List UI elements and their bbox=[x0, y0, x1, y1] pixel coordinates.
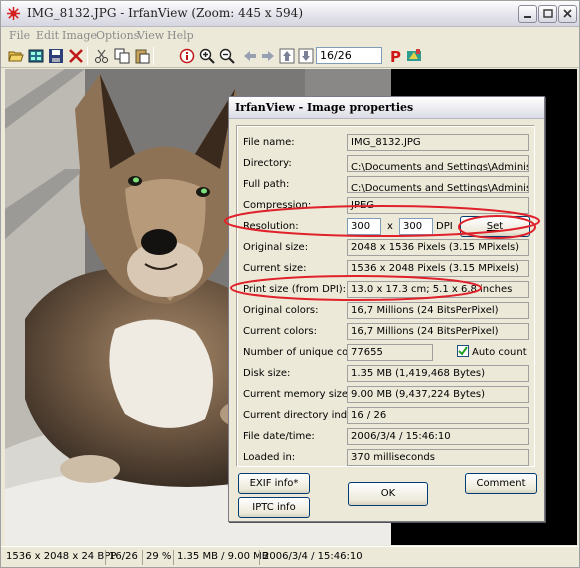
menu-edit[interactable]: Edit bbox=[36, 29, 59, 42]
disk-size-value: 1.35 MB (1,419,468 Bytes) bbox=[347, 365, 529, 382]
file-datetime-value: 2006/3/4 / 15:46:10 bbox=[347, 428, 529, 445]
print-size-value: 13.0 x 17.3 cm; 5.1 x 6.8 inches bbox=[347, 281, 529, 298]
unique-colors-value: 77655 bbox=[347, 344, 433, 361]
close-button[interactable] bbox=[558, 5, 577, 23]
zoom-in-icon[interactable] bbox=[198, 47, 216, 65]
image-properties-dialog: IrfanView - Image properties File name: … bbox=[228, 96, 545, 522]
exif-info-button[interactable]: EXIF info* bbox=[238, 473, 310, 494]
current-size-value: 1536 x 2048 Pixels (3.15 MPixels) bbox=[347, 260, 529, 277]
copy-icon[interactable] bbox=[113, 47, 131, 65]
paste-icon[interactable] bbox=[133, 47, 151, 65]
maximize-icon bbox=[543, 9, 553, 18]
comment-button[interactable]: Comment bbox=[465, 473, 537, 494]
disk-size-label: Disk size: bbox=[243, 368, 291, 379]
dir-index-label: Current directory index: bbox=[243, 410, 363, 421]
dialog-title[interactable]: IrfanView - Image properties bbox=[229, 97, 544, 119]
current-size-label: Current size: bbox=[243, 263, 307, 274]
menu-image[interactable]: Image bbox=[62, 29, 97, 42]
full-path-label: Full path: bbox=[243, 179, 290, 190]
first-file-icon[interactable] bbox=[278, 47, 296, 65]
file-datetime-label: File date/time: bbox=[243, 431, 315, 442]
memory-size-value: 9.00 MB (9,437,224 Bytes) bbox=[347, 386, 529, 403]
paint-icon[interactable] bbox=[405, 47, 423, 65]
status-bar: 1536 x 2048 x 24 BPP 16/26 29 % 1.35 MB … bbox=[1, 546, 579, 567]
delete-icon[interactable] bbox=[67, 47, 85, 65]
memory-size-label: Current memory size: bbox=[243, 389, 352, 400]
compression-label: Compression: bbox=[243, 200, 312, 211]
zoom-out-icon[interactable] bbox=[218, 47, 236, 65]
minimize-icon bbox=[524, 16, 531, 18]
maximize-button[interactable] bbox=[538, 5, 557, 23]
print-size-label: Print size (from DPI): bbox=[243, 284, 347, 295]
directory-label: Directory: bbox=[243, 158, 292, 169]
status-size: 1.35 MB / 9.00 MB bbox=[173, 550, 272, 565]
window-title: IMG_8132.JPG - IrfanView (Zoom: 445 x 59… bbox=[27, 6, 303, 20]
auto-count-checkbox[interactable] bbox=[457, 345, 469, 357]
loaded-in-value: 370 milliseconds bbox=[347, 449, 529, 466]
save-icon[interactable] bbox=[47, 47, 65, 65]
file-name-label: File name: bbox=[243, 137, 295, 148]
resolution-y-input[interactable]: 300 bbox=[399, 218, 433, 235]
back-arrow-icon[interactable] bbox=[241, 47, 259, 65]
status-dimensions: 1536 x 2048 x 24 BPP bbox=[6, 551, 117, 562]
close-icon bbox=[563, 9, 572, 18]
title-bar[interactable]: IMG_8132.JPG - IrfanView (Zoom: 445 x 59… bbox=[1, 1, 579, 27]
original-size-label: Original size: bbox=[243, 242, 309, 253]
checkmark-icon bbox=[458, 346, 468, 356]
status-datetime: 2006/3/4 / 15:46:10 bbox=[259, 550, 366, 565]
cut-icon[interactable] bbox=[93, 47, 111, 65]
minimize-button[interactable] bbox=[518, 5, 537, 23]
resolution-x-input[interactable]: 300 bbox=[347, 218, 381, 235]
status-zoom: 29 % bbox=[142, 550, 174, 565]
info-icon[interactable] bbox=[178, 47, 196, 65]
iptc-info-button[interactable]: IPTC info bbox=[238, 497, 310, 518]
original-colors-value: 16,7 Millions (24 BitsPerPixel) bbox=[347, 302, 529, 319]
resolution-separator: x bbox=[387, 221, 393, 232]
file-name-value: IMG_8132.JPG bbox=[347, 134, 529, 151]
svg-text:P: P bbox=[390, 48, 401, 64]
status-page: 16/26 bbox=[105, 550, 141, 565]
menu-file[interactable]: File bbox=[9, 29, 30, 42]
set-resolution-button[interactable]: Set bbox=[460, 216, 530, 237]
menu-bar: File Edit Image Options View Help bbox=[1, 28, 579, 44]
last-file-icon[interactable] bbox=[297, 47, 315, 65]
full-path-value: C:\Documents and Settings\Administrator\… bbox=[347, 176, 529, 193]
auto-count-label[interactable]: Auto count bbox=[472, 347, 527, 358]
ok-button[interactable]: OK bbox=[348, 482, 428, 506]
original-size-value: 2048 x 1536 Pixels (3.15 MPixels) bbox=[347, 239, 529, 256]
compression-value: JPEG bbox=[347, 197, 529, 214]
irfanview-logo-icon bbox=[6, 6, 21, 21]
menu-view[interactable]: View bbox=[137, 29, 164, 42]
p-icon[interactable]: P bbox=[386, 47, 404, 65]
original-colors-label: Original colors: bbox=[243, 305, 319, 316]
thumbnails-icon[interactable] bbox=[27, 47, 45, 65]
forward-arrow-icon[interactable] bbox=[259, 47, 277, 65]
resolution-unit: DPI bbox=[436, 221, 453, 232]
loaded-in-label: Loaded in: bbox=[243, 452, 296, 463]
resolution-label: Resolution: bbox=[243, 221, 299, 232]
toolbar: P bbox=[1, 44, 579, 68]
directory-value: C:\Documents and Settings\Administrator\… bbox=[347, 155, 529, 172]
open-folder-icon[interactable] bbox=[7, 47, 25, 65]
menu-options[interactable]: Options bbox=[96, 29, 139, 42]
menu-help[interactable]: Help bbox=[167, 29, 194, 42]
dir-index-value: 16 / 26 bbox=[347, 407, 529, 424]
current-colors-label: Current colors: bbox=[243, 326, 317, 337]
current-colors-value: 16,7 Millions (24 BitsPerPixel) bbox=[347, 323, 529, 340]
page-number-field[interactable]: 16/26 bbox=[316, 47, 382, 64]
set-button-label: Set bbox=[486, 221, 504, 232]
